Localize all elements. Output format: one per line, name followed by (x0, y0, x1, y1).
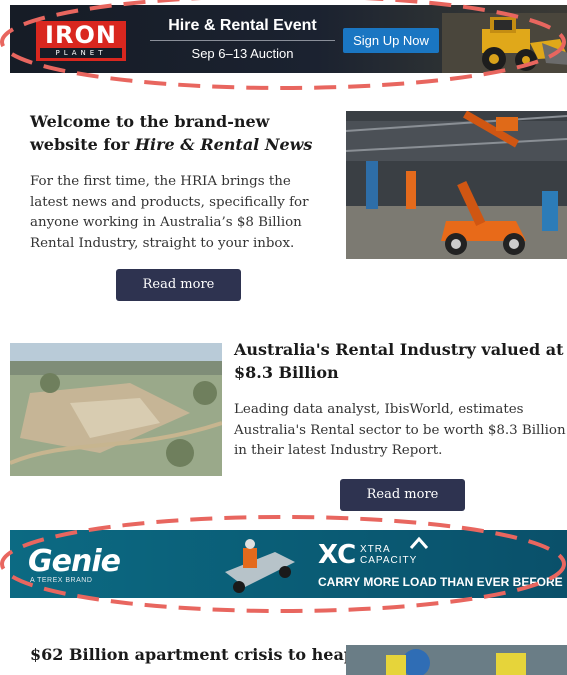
sign-up-button[interactable]: Sign Up Now (343, 28, 439, 53)
article-title[interactable]: $62 Billion apartment crisis to heap (30, 643, 355, 666)
lift-platform-image (225, 539, 295, 593)
banner-tagline: CARRY MORE LOAD THAN EVER BEFORE (318, 575, 563, 589)
article-photo-aerial-site[interactable] (10, 343, 222, 476)
article-summary: Leading data analyst, IbisWorld, estimat… (234, 402, 566, 458)
banner-divider (150, 40, 335, 41)
logo-main-text: IRON (45, 21, 117, 49)
read-more-button[interactable]: Read more (116, 269, 241, 301)
capacity-text: CAPACITY (360, 555, 418, 566)
banner-title: Hire & Rental Event (168, 17, 317, 34)
genie-logo: Genie (28, 544, 121, 579)
banner-subtitle: Sep 6–13 Auction (191, 46, 294, 61)
genie-banner-ad[interactable]: Genie A TEREX BRAND XC XTRA CAPACITY CAR… (10, 530, 567, 598)
article-photo-boom-lift[interactable] (346, 111, 567, 259)
ironplanet-logo: IRON PLANET (36, 21, 126, 61)
xc-logo: XC (318, 540, 357, 570)
article-title[interactable]: Welcome to the brand-new website for Hir… (30, 110, 330, 156)
genie-logo-sub: A TEREX BRAND (30, 577, 93, 584)
read-more-button[interactable]: Read more (340, 479, 465, 511)
article-photo-workers[interactable] (346, 645, 567, 675)
article-summary: For the first time, the HRIA brings the … (30, 174, 309, 251)
ironplanet-banner-ad[interactable]: IRON PLANET Hire & Rental Event Sep 6–13… (10, 5, 567, 73)
article-title[interactable]: Australia's Rental Industry valued at $8… (234, 338, 567, 384)
logo-sub-text: PLANET (40, 48, 122, 58)
article-title-emphasis: Hire & Rental News (134, 135, 313, 154)
wheel-loader-image (442, 13, 567, 73)
chevron-up-icon (409, 536, 429, 549)
